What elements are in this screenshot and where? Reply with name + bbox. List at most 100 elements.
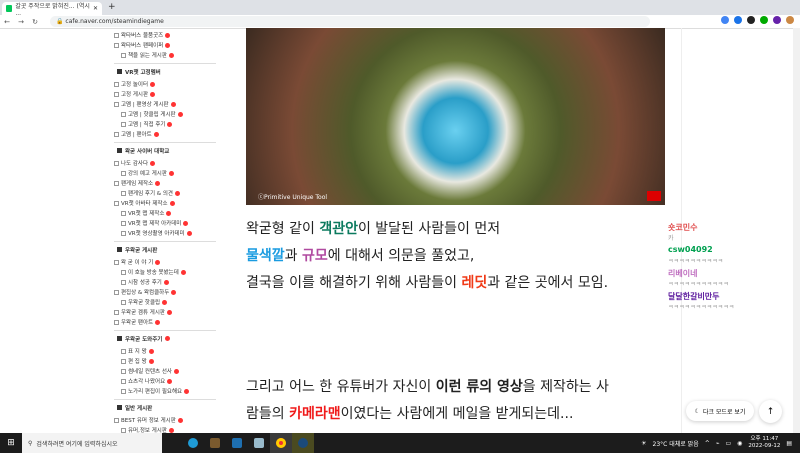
extension-icon[interactable] bbox=[747, 16, 755, 24]
menu-item[interactable]: 팬게임 제작소 bbox=[114, 178, 216, 188]
menu-item[interactable]: 썸네일 컨텐츠 선사 bbox=[114, 366, 216, 376]
steam-icon[interactable] bbox=[292, 433, 314, 453]
board-icon bbox=[121, 368, 126, 374]
menu-label: 우왁굳 겜튜 게시판 bbox=[121, 310, 165, 316]
edge-icon[interactable] bbox=[182, 433, 204, 453]
board-icon bbox=[121, 170, 126, 176]
menu-item[interactable]: 왁타버스 물품굿즈 bbox=[114, 30, 216, 40]
menu-item[interactable]: 우왁굳 겜튜 게시판 bbox=[114, 307, 216, 317]
new-badge-icon bbox=[173, 368, 179, 374]
taskbar-search[interactable]: ⚲ 검색하려면 여기에 입력하십시오 bbox=[22, 433, 162, 453]
menu-item[interactable]: 우왁굳 팬아트 bbox=[114, 317, 216, 327]
board-icon bbox=[114, 160, 119, 166]
menu-item[interactable]: 고정 놀이터 bbox=[114, 79, 216, 89]
chat-username[interactable]: 리베이네 bbox=[668, 268, 788, 279]
menu-item[interactable]: 책을 읽는 게시판 bbox=[114, 50, 216, 60]
menu-item[interactable]: 시참 성공 후기 bbox=[114, 277, 216, 287]
menu-item[interactable]: 고정 게시판 bbox=[114, 89, 216, 99]
menu-item[interactable]: 편 집 왕 bbox=[114, 356, 216, 366]
menu-item[interactable]: VR챗 맵 제작 아카데미 bbox=[114, 218, 216, 228]
weather-text[interactable]: 23°C 대체로 맑음 bbox=[653, 439, 699, 448]
share-icon[interactable] bbox=[721, 16, 729, 24]
new-badge-icon bbox=[162, 299, 168, 305]
menu-item[interactable]: 왁타버스 팬페이퍼 bbox=[114, 40, 216, 50]
board-icon bbox=[121, 111, 126, 117]
scrollbar[interactable] bbox=[793, 28, 800, 433]
clock[interactable]: 오후 11:47 2022-09-12 bbox=[748, 436, 780, 450]
menu-label: 우왁굳 게시판 bbox=[125, 247, 158, 254]
profile-avatar[interactable] bbox=[786, 16, 794, 24]
back-button[interactable]: ← bbox=[0, 18, 14, 26]
text: 과 bbox=[284, 248, 302, 264]
text: 에 대해서 의문을 풀었고, bbox=[327, 248, 475, 264]
menu-item[interactable]: 강의 예고 게시판 bbox=[114, 168, 216, 178]
chrome-icon[interactable] bbox=[270, 433, 292, 453]
volume-icon[interactable]: ◉ bbox=[737, 440, 742, 447]
scroll-top-button[interactable]: ↑ bbox=[759, 400, 782, 423]
menu-label: VR챗 아바타 제작소 bbox=[121, 201, 168, 207]
reload-button[interactable]: ↻ bbox=[28, 18, 42, 26]
menu-item[interactable]: 쇼츠각 나왔어요 bbox=[114, 376, 216, 386]
menu-item[interactable]: 나도 감사다 bbox=[114, 158, 216, 168]
menu-section-header[interactable]: VR챗 고정멤버 bbox=[114, 63, 216, 79]
new-badge-icon bbox=[167, 121, 173, 127]
menu-section-header[interactable]: 우왁굳 게시판 bbox=[114, 241, 216, 257]
extension-icon[interactable] bbox=[773, 16, 781, 24]
article-line: 물색깔과 규모에 대해서 의문을 풀었고, bbox=[246, 245, 474, 265]
windows-start-icon[interactable]: ⊞ bbox=[0, 438, 22, 448]
menu-item[interactable]: 고멤 | 핫클립 게시판 bbox=[114, 109, 216, 119]
board-icon bbox=[114, 319, 119, 325]
menu-section-header[interactable]: 우왁굳 도와주기 bbox=[114, 330, 216, 346]
close-tab-icon[interactable]: ✕ bbox=[93, 5, 98, 12]
highlight: 카메라맨 bbox=[289, 406, 341, 422]
menu-section-header[interactable]: 일반 게시판 bbox=[114, 399, 216, 415]
article-line: 왁굳형 같이 객관안이 발달된 사람들이 먼저 bbox=[246, 218, 500, 238]
network-icon[interactable]: ⌁ bbox=[716, 440, 720, 447]
video-player[interactable]: ⓒPrimitive Unique Tool bbox=[246, 28, 665, 205]
board-icon bbox=[114, 91, 119, 97]
menu-item[interactable]: VR챗 맵 제작소 bbox=[114, 208, 216, 218]
menu-item[interactable]: VR챗 영상촬영 아카데미 bbox=[114, 228, 216, 238]
url-input[interactable]: 🔒 cafe.naver.com/steamindiegame bbox=[50, 16, 650, 27]
keyboard-icon[interactable]: ▭ bbox=[725, 440, 731, 447]
notification-icon[interactable]: ▤ bbox=[786, 440, 792, 447]
chat-username[interactable]: 달달한갈비만두 bbox=[668, 291, 788, 302]
menu-label: VR챗 맵 제작 아카데미 bbox=[128, 221, 182, 227]
minecraft-icon[interactable] bbox=[204, 433, 226, 453]
extension-icon[interactable] bbox=[760, 16, 768, 24]
menu-item[interactable]: 고멤 | 직접 후기 bbox=[114, 119, 216, 129]
chat-username[interactable]: csw04092 bbox=[668, 245, 788, 256]
menu-item[interactable]: BEST 유머 정보 게시판 bbox=[114, 415, 216, 425]
menu-label: 쇼츠각 나왔어요 bbox=[128, 379, 166, 385]
menu-item[interactable]: 이 호늘 방송 못봤는데 bbox=[114, 267, 216, 277]
new-badge-icon bbox=[150, 91, 156, 97]
bookmark-star-icon[interactable] bbox=[734, 16, 742, 24]
menu-label: 이 호늘 방송 못봤는데 bbox=[128, 270, 179, 276]
menu-item[interactable]: 노가리 편집이 필요해요 bbox=[114, 386, 216, 396]
menu-label: 고정 놀이터 bbox=[121, 82, 149, 88]
menu-item[interactable]: 우왁굳 핫클립 bbox=[114, 297, 216, 307]
menu-item[interactable]: 고멤 | 팬영상 게시판 bbox=[114, 99, 216, 109]
vegas-icon[interactable] bbox=[226, 433, 248, 453]
new-tab-button[interactable]: + bbox=[108, 2, 116, 12]
tray-chevron-icon[interactable]: ^ bbox=[705, 440, 710, 447]
menu-item[interactable]: 왁 굳 이 야 기 bbox=[114, 257, 216, 267]
new-badge-icon bbox=[155, 319, 161, 325]
new-badge-icon bbox=[174, 190, 180, 196]
app-icon[interactable] bbox=[248, 433, 270, 453]
menu-item[interactable]: 고멤 | 팬아트 bbox=[114, 129, 216, 139]
menu-item[interactable]: 팬게임 후기 & 의견 bbox=[114, 188, 216, 198]
menu-item[interactable]: VR챗 아바타 제작소 bbox=[114, 198, 216, 208]
dark-mode-button[interactable]: ☾ 다크 모드로 보기 bbox=[686, 401, 754, 421]
menu-item[interactable]: 표 지 왕 bbox=[114, 346, 216, 356]
menu-label: 왁 굳 이 야 기 bbox=[121, 260, 154, 266]
extensions bbox=[721, 16, 794, 24]
menu-item[interactable]: 편집상 & 왁컴클하두 bbox=[114, 287, 216, 297]
menu-section-header[interactable]: 왁굳 사이버 대학교 bbox=[114, 142, 216, 158]
article-line: 그리고 어느 한 유튜버가 자신이 이런 류의 영상을 제작하는 사 bbox=[246, 376, 609, 396]
chat-username[interactable]: 숏코민수 bbox=[668, 222, 788, 233]
forward-button[interactable]: → bbox=[14, 18, 28, 26]
menu-label: VR챗 고정멤버 bbox=[125, 69, 161, 76]
browser-tab[interactable]: 갈곳 주작으로 밝혀진... (역시 ... ✕ bbox=[2, 2, 102, 17]
weather-icon: ☀ bbox=[641, 439, 647, 447]
